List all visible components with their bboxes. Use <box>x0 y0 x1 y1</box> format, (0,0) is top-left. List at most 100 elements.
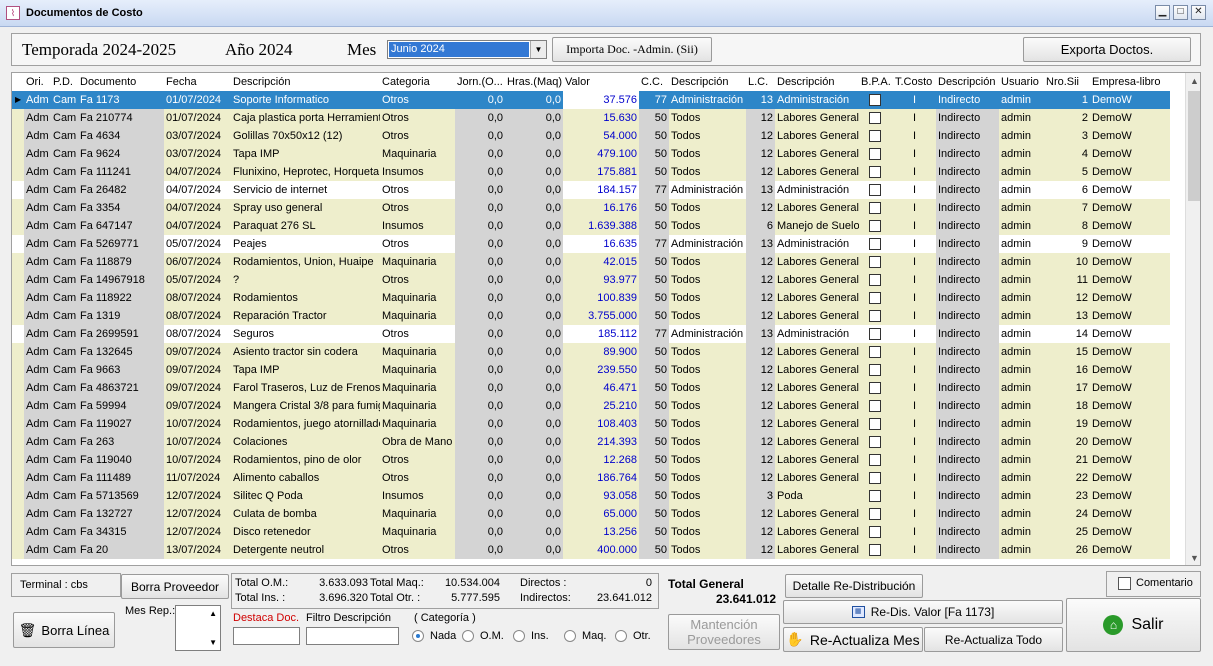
cell-6[interactable]: 0,0 <box>455 181 505 199</box>
cell-18[interactable]: DemoW <box>1090 451 1170 469</box>
cell-10[interactable]: Todos <box>669 379 746 397</box>
cell-4[interactable]: Spray uso general <box>231 199 380 217</box>
cell-0[interactable]: Adm <box>24 163 51 181</box>
header-2[interactable]: Documento <box>80 76 136 88</box>
bpa-checkbox[interactable] <box>869 112 881 124</box>
cell-0[interactable]: Adm <box>24 199 51 217</box>
cell-2[interactable]: Fa 118922 <box>78 289 164 307</box>
cell-15[interactable]: Indirecto <box>936 397 999 415</box>
cell-6[interactable]: 0,0 <box>455 379 505 397</box>
cell-1[interactable]: Cam <box>51 505 78 523</box>
cell-11[interactable]: 12 <box>746 307 775 325</box>
cell-17[interactable]: 21 <box>1044 451 1090 469</box>
cell-6[interactable]: 0,0 <box>455 487 505 505</box>
cell-12[interactable]: Manejo de Suelo <box>775 217 859 235</box>
cell-7[interactable]: 0,0 <box>505 235 563 253</box>
cell-9[interactable]: 50 <box>639 361 669 379</box>
cell-3[interactable]: 04/07/2024 <box>164 217 231 235</box>
header-4[interactable]: Descripción <box>233 76 290 88</box>
bpa-checkbox[interactable] <box>869 220 881 232</box>
cell-10[interactable]: Todos <box>669 217 746 235</box>
cell-2[interactable]: Fa 59994 <box>78 397 164 415</box>
cell-12[interactable]: Labores Generales <box>775 523 859 541</box>
bpa-checkbox[interactable] <box>869 472 881 484</box>
cell-7[interactable]: 0,0 <box>505 91 563 109</box>
cell-4[interactable]: Asiento tractor sin codera <box>231 343 380 361</box>
cell-7[interactable]: 0,0 <box>505 343 563 361</box>
cell-1[interactable]: Cam <box>51 253 78 271</box>
cell-15[interactable]: Indirecto <box>936 451 999 469</box>
table-row[interactable]: Adm Cam Fa 118879 06/07/2024 Rodamientos, Un… <box>12 253 1170 271</box>
bpa-checkbox[interactable] <box>869 166 881 178</box>
cell-15[interactable]: Indirecto <box>936 91 999 109</box>
table-row[interactable]: Adm Cam Fa 14967918 05/07/2024? Otros 0,0 0,0 9… <box>12 271 1170 289</box>
cell-16[interactable]: admin <box>999 433 1044 451</box>
cell-18[interactable]: DemoW <box>1090 271 1170 289</box>
header-5[interactable]: Categoria <box>382 76 430 88</box>
cell-8[interactable]: 93.977 <box>563 271 639 289</box>
cell-3[interactable]: 13/07/2024 <box>164 541 231 559</box>
cell-15[interactable]: Indirecto <box>936 181 999 199</box>
cell-16[interactable]: admin <box>999 127 1044 145</box>
cell-1[interactable]: Cam <box>51 379 78 397</box>
table-row[interactable]: Adm Cam Fa 9624 03/07/2024 Tapa IMP Maquinari… <box>12 145 1170 163</box>
cell-2[interactable]: Fa 1173 <box>78 91 164 109</box>
cell-4[interactable]: Culata de bomba <box>231 505 380 523</box>
cell-17[interactable]: 9 <box>1044 235 1090 253</box>
cell-8[interactable]: 108.403 <box>563 415 639 433</box>
cell-17[interactable]: 14 <box>1044 325 1090 343</box>
cell-16[interactable]: admin <box>999 253 1044 271</box>
cell-14[interactable]: I <box>893 271 936 289</box>
cell-18[interactable]: DemoW <box>1090 415 1170 433</box>
cell-3[interactable]: 04/07/2024 <box>164 181 231 199</box>
cell-1[interactable]: Cam <box>51 127 78 145</box>
cell-1[interactable]: Cam <box>51 145 78 163</box>
cell-3[interactable]: 03/07/2024 <box>164 145 231 163</box>
cell-2[interactable]: Fa 14967918 <box>78 271 164 289</box>
cell-5[interactable]: Otros <box>380 325 455 343</box>
cell-12[interactable]: Labores Generales <box>775 505 859 523</box>
bpa-checkbox[interactable] <box>869 256 881 268</box>
cell-15[interactable]: Indirecto <box>936 235 999 253</box>
borra-proveedor-button[interactable]: Borra Proveedor <box>121 574 229 599</box>
cell-6[interactable]: 0,0 <box>455 343 505 361</box>
cell-10[interactable]: Todos <box>669 523 746 541</box>
cell-17[interactable]: 24 <box>1044 505 1090 523</box>
cell-10[interactable]: Todos <box>669 505 746 523</box>
mantencion-proveedores-button[interactable]: Mantención Proveedores <box>668 614 780 650</box>
cell-5[interactable]: Otros <box>380 127 455 145</box>
cell-18[interactable]: DemoW <box>1090 127 1170 145</box>
cell-16[interactable]: admin <box>999 91 1044 109</box>
cell-3[interactable]: 05/07/2024 <box>164 235 231 253</box>
cell-3[interactable]: 10/07/2024 <box>164 415 231 433</box>
cell-18[interactable]: DemoW <box>1090 163 1170 181</box>
cell-1[interactable]: Cam <box>51 541 78 559</box>
cell-11[interactable]: 12 <box>746 397 775 415</box>
cell-7[interactable]: 0,0 <box>505 199 563 217</box>
cell-18[interactable]: DemoW <box>1090 541 1170 559</box>
cell-7[interactable]: 0,0 <box>505 433 563 451</box>
cell-17[interactable]: 8 <box>1044 217 1090 235</box>
cell-15[interactable]: Indirecto <box>936 217 999 235</box>
cell-6[interactable]: 0,0 <box>455 109 505 127</box>
table-row[interactable]: Adm Cam Fa 5269771 05/07/2024 Peajes Otros 0,0… <box>12 235 1170 253</box>
cell-10[interactable]: Todos <box>669 343 746 361</box>
cell-8[interactable]: 37.576 <box>563 91 639 109</box>
redis-valor-button[interactable]: ▦ Re-Dis. Valor [Fa 1173] <box>783 600 1063 624</box>
cell-2[interactable]: Fa 5713569 <box>78 487 164 505</box>
cell-4[interactable]: Flunixino, Heprotec, Horqueta, <box>231 163 380 181</box>
cell-7[interactable]: 0,0 <box>505 163 563 181</box>
cell-17[interactable]: 7 <box>1044 199 1090 217</box>
cell-18[interactable]: DemoW <box>1090 217 1170 235</box>
cell-12[interactable]: Labores Generales <box>775 307 859 325</box>
radio-om[interactable] <box>462 630 474 642</box>
table-row[interactable]: Adm Cam Fa 34315 12/07/2024 Disco retenedor M… <box>12 523 1170 541</box>
cell-0[interactable]: Adm <box>24 325 51 343</box>
cell-1[interactable]: Cam <box>51 433 78 451</box>
cell-17[interactable]: 20 <box>1044 433 1090 451</box>
cell-15[interactable]: Indirecto <box>936 127 999 145</box>
minimize-button[interactable]: ▁ <box>1155 5 1170 20</box>
cell-2[interactable]: Fa 9663 <box>78 361 164 379</box>
cell-5[interactable]: Otros <box>380 541 455 559</box>
cell-9[interactable]: 50 <box>639 109 669 127</box>
